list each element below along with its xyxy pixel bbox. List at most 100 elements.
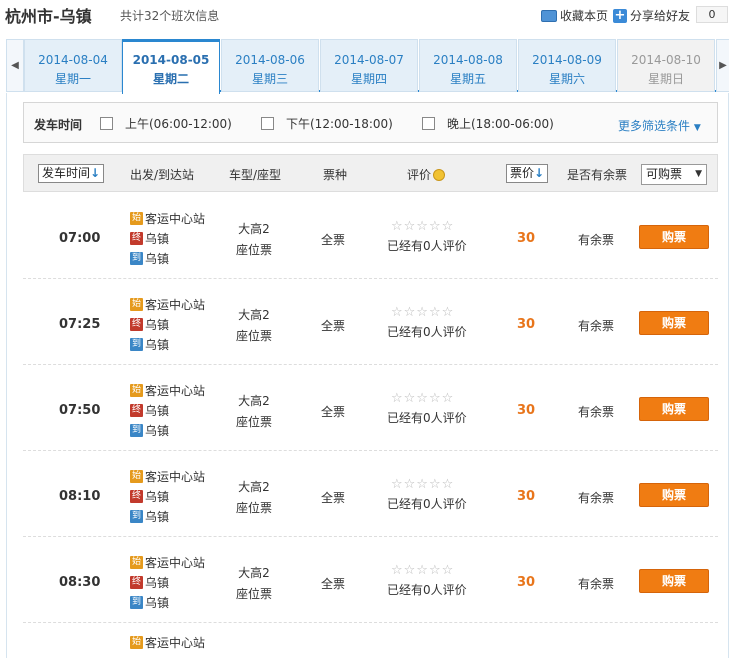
availability: 有余票 (578, 319, 615, 333)
col-rating-label: 评价 (407, 168, 432, 182)
sort-by-time-button[interactable]: 发车时间↓ (38, 164, 105, 183)
afternoon-checkbox[interactable] (261, 117, 274, 130)
more-filters-link[interactable]: 更多筛选条件 ▼ (618, 117, 701, 134)
buy-ticket-button[interactable]: 购票 (639, 483, 709, 507)
bus-type: 大高2 座位票 (235, 305, 273, 347)
schedule-panel: 发车时间 上午(06:00-12:00) 下午(12:00-18:00) 晚上(… (6, 93, 729, 658)
plus-icon: + (613, 7, 627, 23)
date-tab[interactable]: 2014-08-06 星期三 (221, 39, 319, 92)
morning-checkbox[interactable] (100, 117, 113, 130)
ticket-type: 全票 (321, 233, 346, 247)
arrival-badge-icon: 到 (130, 252, 143, 265)
start-badge-icon: 始 (130, 212, 143, 225)
start-station[interactable]: 始客运中心站 (130, 382, 205, 399)
col-stations: 出发/到达站 (130, 168, 195, 182)
review-count[interactable]: 已经有0人评价 (387, 409, 467, 426)
date-tab[interactable]: 2014-08-04 星期一 (24, 39, 122, 92)
bus-type: 大高2 座位票 (235, 477, 273, 519)
station-name: 乌镇 (145, 318, 170, 332)
time-filter: 发车时间 上午(06:00-12:00) 下午(12:00-18:00) 晚上(… (23, 102, 718, 143)
start-station[interactable]: 始客运中心站 (130, 468, 205, 485)
availability-select[interactable]: 可购票 ▼ (641, 164, 707, 185)
col-bus-type: 车型/座型 (229, 168, 282, 182)
terminal-station[interactable]: 终乌镇 (130, 402, 169, 419)
favorite-link[interactable]: 收藏本页 (541, 7, 608, 24)
tab-weekday: 星期六 (548, 72, 585, 86)
arrival-station[interactable]: 到乌镇 (130, 336, 169, 353)
arrival-station[interactable]: 到乌镇 (130, 250, 169, 267)
ticket-type: 全票 (321, 319, 346, 333)
date-tab[interactable]: 2014-08-09 星期六 (518, 39, 616, 92)
start-station[interactable]: 始客运中心站 (130, 554, 205, 571)
page-header: 杭州市-乌镇 共计32个班次信息 收藏本页 + 分享给好友 0 (0, 0, 729, 30)
arrival-station[interactable]: 到乌镇 (130, 508, 169, 525)
buy-ticket-button[interactable]: 购票 (639, 225, 709, 249)
terminal-station[interactable]: 终乌镇 (130, 316, 169, 333)
tab-date: 2014-08-08 (433, 53, 503, 67)
terminal-badge-icon: 终 (130, 404, 143, 417)
date-tab[interactable]: 2014-08-07 星期四 (320, 39, 418, 92)
seat-type: 座位票 (235, 329, 272, 343)
station-name: 乌镇 (145, 576, 170, 590)
station-name: 乌镇 (145, 338, 170, 352)
arrival-badge-icon: 到 (130, 424, 143, 437)
arrival-badge-icon: 到 (130, 510, 143, 523)
tab-weekday: 星期二 (152, 72, 189, 86)
depart-time: 07:00 (59, 231, 101, 246)
schedule-count: 共计32个班次信息 (120, 9, 220, 23)
review-count[interactable]: 已经有0人评价 (387, 495, 467, 512)
favorite-label: 收藏本页 (560, 9, 609, 23)
bus-model: 大高2 (238, 308, 270, 322)
arrival-station[interactable]: 到乌镇 (130, 594, 169, 611)
station-name: 乌镇 (145, 252, 170, 266)
terminal-badge-icon: 终 (130, 318, 143, 331)
availability: 有余票 (578, 233, 615, 247)
terminal-station[interactable]: 终乌镇 (130, 574, 169, 591)
select-value: 可购票 (646, 167, 683, 181)
tab-date: 2014-08-07 (334, 53, 404, 67)
star-rating-icon: ☆☆☆☆☆ (391, 305, 455, 320)
filter-label: 发车时间 (34, 118, 83, 132)
station-name: 客运中心站 (145, 212, 206, 226)
terminal-station[interactable]: 终乌镇 (130, 230, 169, 247)
availability: 有余票 (578, 491, 615, 505)
col-rating: 评价 (407, 166, 446, 183)
sort-by-price-button[interactable]: 票价↓ (506, 164, 549, 183)
review-count[interactable]: 已经有0人评价 (387, 323, 467, 340)
schedule-list: 07:00 始客运中心站 终乌镇 到乌镇 大高2 座位票 全票 ☆☆☆☆☆ 已经有… (23, 193, 718, 658)
table-row: 08:10 始客运中心站 终乌镇 到乌镇 大高2 座位票 全票 ☆☆☆☆☆ 已经有… (23, 451, 718, 537)
arrival-station[interactable]: 到乌镇 (130, 422, 169, 439)
route-title: 杭州市-乌镇 (5, 7, 92, 26)
tab-weekday: 星期一 (54, 72, 91, 86)
evening-checkbox[interactable] (422, 117, 435, 130)
start-station[interactable]: 始客运中心站 (130, 296, 205, 313)
start-station[interactable]: 始客运中心站 (130, 634, 205, 651)
arrow-down-icon: ↓ (534, 166, 545, 180)
date-tab-active[interactable]: 2014-08-05 星期二 (122, 39, 220, 94)
depart-time: 08:30 (59, 575, 101, 590)
depart-time: 07:50 (59, 403, 101, 418)
ticket-type: 全票 (321, 405, 346, 419)
table-row: 07:50 始客运中心站 终乌镇 到乌镇 大高2 座位票 全票 ☆☆☆☆☆ 已经有… (23, 365, 718, 451)
col-ticket-type: 票种 (323, 168, 348, 182)
ticket-type: 全票 (321, 577, 346, 591)
folder-icon (541, 9, 557, 22)
terminal-station[interactable]: 终乌镇 (130, 488, 169, 505)
review-count[interactable]: 已经有0人评价 (387, 581, 467, 598)
price: 30 (517, 403, 536, 418)
tab-date: 2014-08-06 (235, 53, 305, 67)
station-name: 乌镇 (145, 596, 170, 610)
review-count[interactable]: 已经有0人评价 (387, 237, 467, 254)
date-tab[interactable]: 2014-08-08 星期五 (419, 39, 517, 92)
col-price: 票价 (510, 166, 535, 180)
share-link[interactable]: + 分享给好友 (613, 7, 690, 24)
buy-ticket-button[interactable]: 购票 (639, 569, 709, 593)
buy-ticket-button[interactable]: 购票 (639, 397, 709, 421)
tab-date: 2014-08-10 (631, 53, 701, 67)
buy-ticket-button[interactable]: 购票 (639, 311, 709, 335)
tab-date: 2014-08-09 (532, 53, 602, 67)
start-station[interactable]: 始客运中心站 (130, 210, 205, 227)
tab-date: 2014-08-04 (38, 53, 108, 67)
next-dates-button[interactable]: ▶ (716, 39, 729, 92)
prev-dates-button[interactable]: ◀ (6, 39, 24, 92)
